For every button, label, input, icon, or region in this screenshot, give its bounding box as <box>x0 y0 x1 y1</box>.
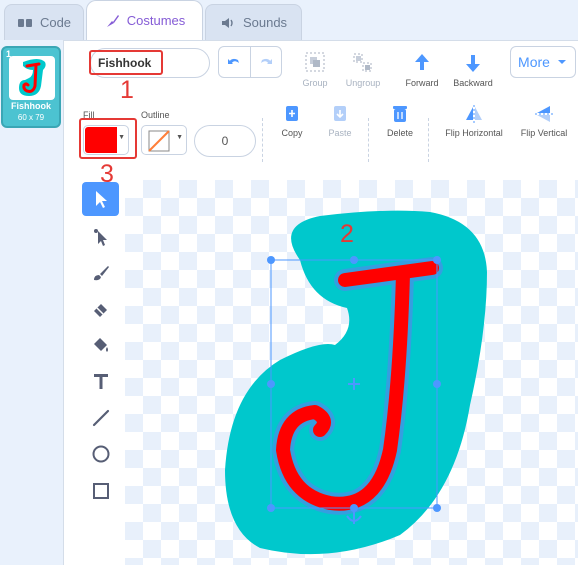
trash-icon <box>393 106 407 122</box>
flip-horizontal-label: Flip Horizontal <box>445 128 503 138</box>
copy-icon <box>286 106 298 121</box>
circle-icon <box>92 445 109 463</box>
delete-label: Delete <box>386 128 413 138</box>
tab-sounds[interactable]: Sounds <box>205 4 302 40</box>
circle-tool[interactable] <box>82 437 119 471</box>
ungroup-icon <box>353 53 372 72</box>
annotation-number-1: 1 <box>120 76 134 104</box>
fill-tool[interactable] <box>82 328 119 362</box>
no-outline-icon <box>148 130 170 152</box>
fill-label: Fill <box>83 110 95 120</box>
group-label: Group <box>302 78 328 88</box>
eraser-tool[interactable] <box>82 292 119 326</box>
more-label: More <box>518 54 550 70</box>
paintbrush-icon <box>93 266 109 281</box>
redo-icon <box>260 58 272 64</box>
undo-redo-group <box>218 46 282 78</box>
ungroup-label: Ungroup <box>345 78 381 88</box>
text-icon <box>93 374 108 389</box>
forward-button[interactable]: Forward <box>400 52 444 88</box>
undo-icon <box>228 58 240 64</box>
outline-width-input[interactable]: 0 <box>194 125 256 157</box>
backward-button[interactable]: Backward <box>450 52 496 88</box>
backward-label: Backward <box>453 78 493 88</box>
group-button[interactable]: Group <box>298 52 332 88</box>
outline-label: Outline <box>141 110 170 120</box>
forward-icon <box>415 54 429 70</box>
group-icon <box>305 52 325 72</box>
outline-color-picker[interactable]: ▼ <box>141 125 187 155</box>
paste-button[interactable]: Paste <box>324 104 356 138</box>
fill-dropdown-arrow-icon: ▼ <box>118 134 125 141</box>
tab-sounds-label: Sounds <box>242 15 288 30</box>
tab-code[interactable]: Code <box>4 4 84 40</box>
costume-size: 60 x 79 <box>17 113 45 122</box>
flip-vertical-button[interactable]: Flip Vertical <box>514 104 574 138</box>
line-icon <box>92 409 109 427</box>
redo-button[interactable] <box>251 47 282 77</box>
ungroup-button[interactable]: Ungroup <box>342 52 384 88</box>
forward-label: Forward <box>405 78 439 88</box>
chevron-down-icon <box>557 60 566 64</box>
paint-editor-window: { "tabs": [ {"label": "Code", "icon": "c… <box>0 0 578 565</box>
tab-costumes[interactable]: Costumes <box>86 0 203 40</box>
delete-button[interactable]: Delete <box>383 104 417 138</box>
rectangle-tool[interactable] <box>82 474 119 508</box>
toolbar-separator <box>262 118 263 162</box>
tab-code-label: Code <box>39 15 72 30</box>
code-icon <box>17 18 32 27</box>
reshape-icon <box>93 229 107 246</box>
tab-costumes-label: Costumes <box>126 13 186 28</box>
arrow-cursor-icon <box>95 191 107 208</box>
costume-name: Fishhook <box>11 101 51 111</box>
flip-horizontal-button[interactable]: Flip Horizontal <box>440 104 508 138</box>
brush-icon <box>106 14 119 27</box>
reshape-tool[interactable] <box>82 220 119 254</box>
eraser-icon <box>93 304 107 317</box>
select-tool[interactable] <box>82 182 119 216</box>
flip-vertical-label: Flip Vertical <box>520 128 568 138</box>
text-tool[interactable] <box>82 364 119 398</box>
backward-icon <box>466 55 480 72</box>
costume-thumbnail <box>9 56 55 100</box>
undo-button[interactable] <box>219 47 251 77</box>
costume-name-input[interactable]: Fishhook <box>90 48 210 78</box>
paint-bucket-icon <box>93 338 108 352</box>
fill-color-picker[interactable]: ▼ <box>83 125 129 155</box>
paste-label: Paste <box>328 128 352 138</box>
costume-card[interactable]: 1 Fishhook 60 x 79 <box>1 46 61 128</box>
paste-icon <box>334 106 346 121</box>
speaker-icon <box>221 17 233 28</box>
toolbar-separator <box>368 118 369 162</box>
brush-tool[interactable] <box>82 256 119 290</box>
rectangle-icon <box>92 483 109 499</box>
copy-label: Copy <box>281 128 303 138</box>
annotation-number-2: 2 <box>340 220 354 248</box>
flip-vertical-icon <box>535 106 553 122</box>
drawing-canvas[interactable]: 2 <box>125 180 578 565</box>
line-tool[interactable] <box>82 401 119 435</box>
toolbar-separator <box>428 118 429 162</box>
copy-button[interactable]: Copy <box>277 104 307 138</box>
outline-dropdown-arrow-icon: ▼ <box>176 134 183 141</box>
more-button[interactable]: More <box>510 46 576 78</box>
fill-color-swatch <box>85 127 117 153</box>
flip-horizontal-icon <box>466 105 482 123</box>
